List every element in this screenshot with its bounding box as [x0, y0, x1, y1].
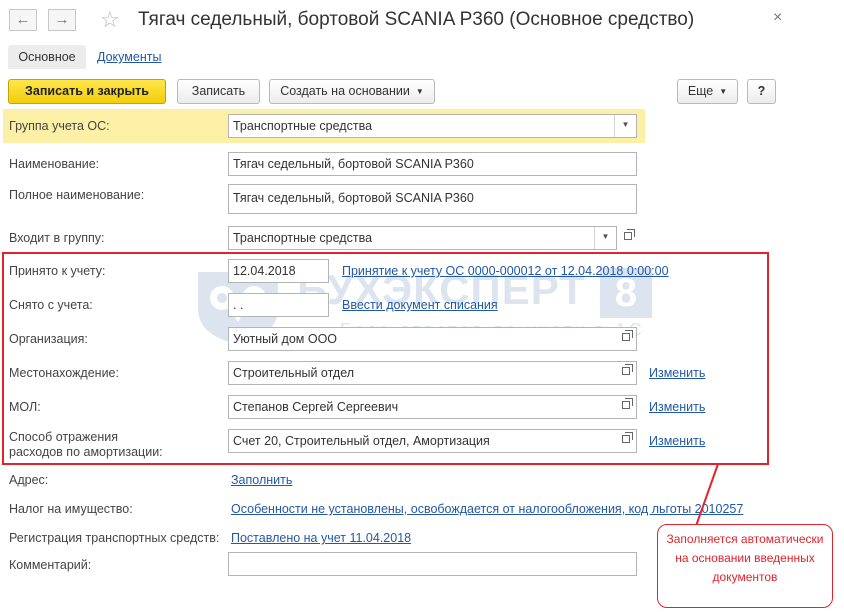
arrow-left-icon: ← [15, 11, 31, 28]
full-name-label: Полное наименование: [9, 188, 145, 202]
location-value: Строительный отдел [233, 366, 355, 380]
change-mol-link[interactable]: Изменить [649, 400, 705, 414]
accepted-document-link[interactable]: Принятие к учету ОС 0000-000012 от 12.04… [342, 264, 669, 278]
mol-label: МОЛ: [9, 400, 41, 414]
depreciation-label-line1: Способ отражения [9, 430, 118, 444]
favorite-star-icon[interactable]: ☆ [100, 8, 120, 32]
arrow-right-icon: → [54, 11, 70, 28]
save-button[interactable]: Записать [177, 79, 260, 104]
forward-button[interactable]: → [48, 9, 76, 31]
address-fill-link[interactable]: Заполнить [231, 473, 292, 487]
mol-value: Степанов Сергей Сергеевич [233, 400, 399, 414]
comment-label: Комментарий: [9, 558, 92, 572]
location-label: Местонахождение: [9, 366, 119, 380]
group-value: Транспортные средства [233, 119, 373, 133]
open-icon[interactable] [616, 328, 636, 350]
chevron-down-icon: ▼ [719, 87, 728, 96]
annotation-callout: Заполняется автоматически на основании в… [657, 524, 833, 608]
accepted-label: Принято к учету: [9, 264, 106, 278]
organization-field[interactable]: Уютный дом ООО [228, 327, 637, 351]
change-location-link[interactable]: Изменить [649, 366, 705, 380]
name-field[interactable]: Тягач седельный, бортовой SCANIA P360 [228, 152, 637, 176]
vehicle-registration-label: Регистрация транспортных средств: [9, 531, 220, 545]
vehicle-registration-link[interactable]: Поставлено на учет 11.04.2018 [231, 531, 411, 545]
chevron-down-icon[interactable]: ▼ [594, 227, 616, 249]
more-label: Еще [687, 84, 714, 98]
window-title: Тягач седельный, бортовой SCANIA P360 (О… [138, 9, 695, 30]
parent-group-label: Входит в группу: [9, 231, 105, 245]
create-based-on-button[interactable]: Создать на основании ▼ [269, 79, 435, 104]
group-field[interactable]: Транспортные средства [228, 114, 637, 138]
help-button[interactable]: ? [747, 79, 776, 104]
chevron-down-icon: ▼ [415, 87, 424, 96]
full-name-value: Тягач седельный, бортовой SCANIA P360 [233, 191, 474, 205]
removed-date-field[interactable]: . . [228, 293, 329, 317]
address-label: Адрес: [9, 473, 49, 487]
annotation-connector [695, 463, 719, 527]
organization-label: Организация: [9, 332, 88, 346]
parent-group-value: Транспортные средства [233, 231, 373, 245]
back-button[interactable]: ← [9, 9, 37, 31]
mol-field[interactable]: Степанов Сергей Сергеевич [228, 395, 637, 419]
save-and-close-button[interactable]: Записать и закрыть [8, 79, 166, 104]
comment-field[interactable] [228, 552, 637, 576]
close-icon[interactable]: × [773, 9, 782, 27]
removed-date-value: . . [233, 298, 244, 312]
open-icon[interactable] [616, 430, 636, 452]
property-tax-link[interactable]: Особенности не установлены, освобождаетс… [231, 502, 743, 516]
change-depreciation-link[interactable]: Изменить [649, 434, 705, 448]
depreciation-field[interactable]: Счет 20, Строительный отдел, Амортизация [228, 429, 637, 453]
tab-main[interactable]: Основное [8, 45, 86, 69]
annotation-line-2: на основании введенных [675, 551, 815, 565]
open-icon[interactable] [616, 396, 636, 418]
write-off-link[interactable]: Ввести документ списания [342, 298, 498, 312]
more-button[interactable]: Еще ▼ [677, 79, 738, 104]
depreciation-label-line2: расходов по амортизации: [9, 445, 163, 459]
location-field[interactable]: Строительный отдел [228, 361, 637, 385]
chevron-down-icon[interactable]: ▼ [614, 115, 636, 137]
annotation-line-1: Заполняется автоматически [666, 532, 824, 546]
removed-label: Снято с учета: [9, 298, 93, 312]
parent-group-field[interactable]: Транспортные средства [228, 226, 617, 250]
group-label: Группа учета ОС: [9, 119, 110, 133]
open-icon[interactable] [616, 362, 636, 384]
depreciation-value: Счет 20, Строительный отдел, Амортизация [233, 434, 490, 448]
accepted-date-value: 12.04.2018 [233, 264, 296, 278]
tab-documents[interactable]: Документы [97, 50, 161, 64]
organization-value: Уютный дом ООО [233, 332, 338, 346]
accepted-date-field[interactable]: 12.04.2018 [228, 259, 329, 283]
full-name-field[interactable]: Тягач седельный, бортовой SCANIA P360 [228, 184, 637, 214]
annotation-line-3: документов [712, 570, 778, 584]
name-value: Тягач седельный, бортовой SCANIA P360 [233, 157, 474, 171]
open-icon[interactable] [618, 227, 638, 249]
property-tax-label: Налог на имущество: [9, 502, 133, 516]
name-label: Наименование: [9, 157, 100, 171]
create-based-on-label: Создать на основании [280, 84, 410, 98]
